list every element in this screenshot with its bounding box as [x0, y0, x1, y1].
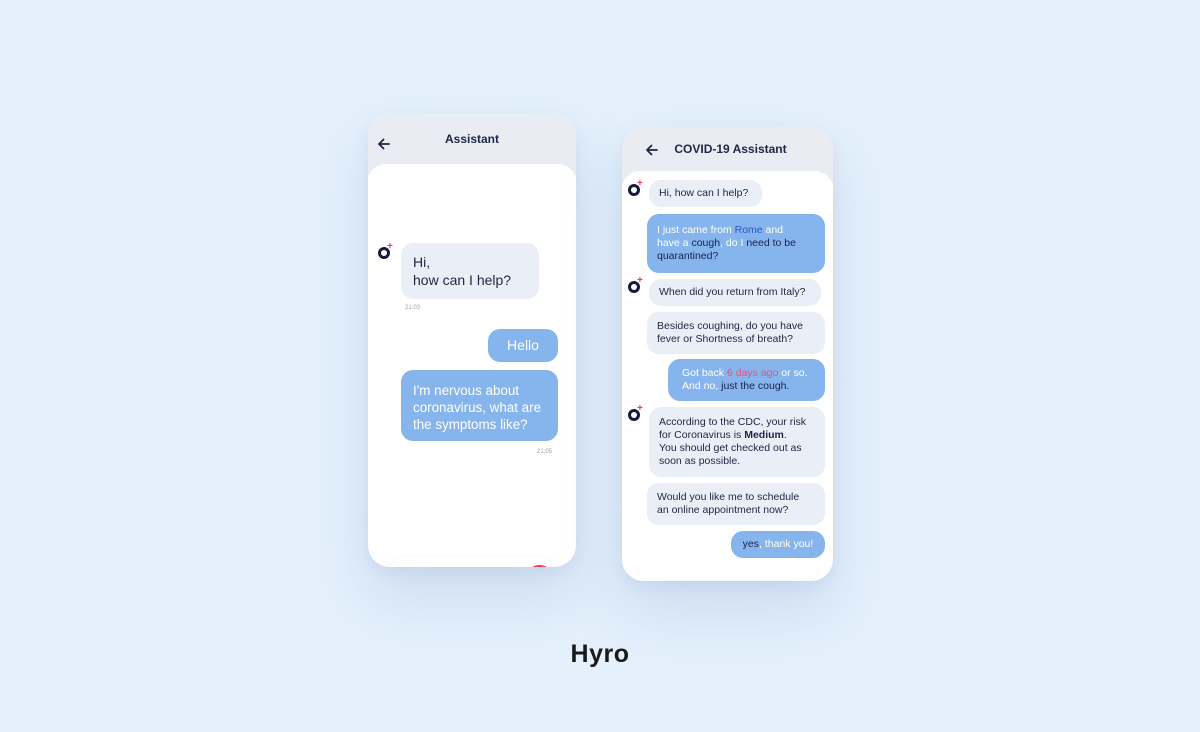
chat-body: + Hi, how can I help? 21:03 Hello I'm ne…: [368, 164, 576, 567]
brand-wordmark: Hyro: [570, 640, 630, 668]
bot-message: Besides coughing, do you have fever or S…: [647, 312, 825, 354]
bot-message: According to the CDC, your risk for Coro…: [649, 407, 825, 477]
chat-title: Assistant: [444, 132, 500, 146]
chat-body: + Hi, how can I help? I just came from R…: [622, 171, 833, 581]
user-message: Hello: [488, 329, 558, 362]
hyro-logo-icon: +: [627, 404, 645, 423]
arrow-left-icon[interactable]: [644, 142, 660, 158]
bot-message: When did you return from Italy?: [649, 279, 821, 306]
bot-message: Would you like me to schedule an online …: [647, 483, 825, 525]
message-timestamp: 21:05: [537, 449, 553, 455]
send-button[interactable]: [525, 565, 554, 567]
user-message: yes, thank you!: [731, 531, 825, 558]
message-composer: [385, 558, 559, 567]
hyro-logo-icon: +: [377, 242, 395, 261]
hyro-logo-icon: +: [627, 179, 645, 198]
arrow-left-icon[interactable]: [376, 136, 392, 152]
bot-message: Hi, how can I help?: [649, 180, 762, 207]
user-message: Got back 6 days ago or so. And no, just …: [668, 359, 825, 401]
hyro-logo-icon: +: [627, 276, 645, 295]
user-message: I just came from Rome and have a cough, …: [647, 214, 825, 273]
bot-message: Hi, how can I help?: [401, 243, 539, 299]
chat-title: COVID-19 Assistant: [674, 142, 787, 156]
message-timestamp: 21:03: [405, 305, 421, 311]
assistant-phone-mockup: Assistant + Hi, how can I help? 21:03 He…: [368, 113, 576, 567]
covid-assistant-phone-mockup: COVID-19 Assistant + Hi, how can I help?…: [622, 127, 833, 581]
risk-level: Medium: [744, 428, 784, 441]
user-message: I'm nervous about coronavirus, what are …: [401, 370, 558, 441]
